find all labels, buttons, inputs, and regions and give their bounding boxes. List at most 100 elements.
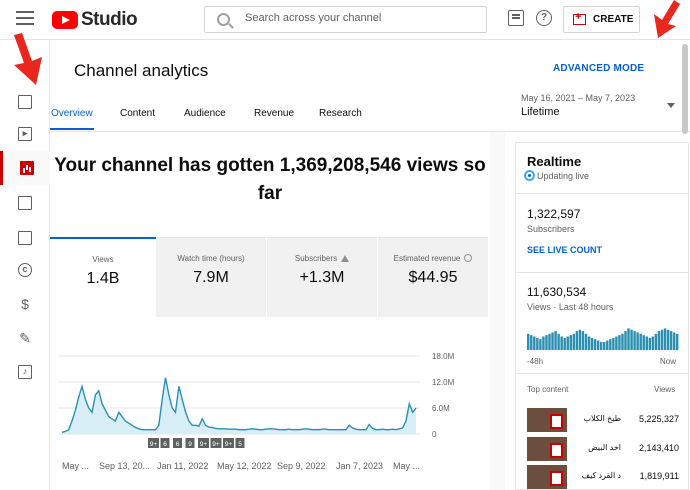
video-views: 5,225,327 — [638, 414, 679, 424]
series-area — [62, 377, 416, 434]
clock-icon — [464, 254, 473, 262]
top-content-row[interactable]: د القرد كيف 1,819,911 — [527, 465, 679, 489]
dashboard-icon — [18, 95, 32, 109]
sidebar-item-earn[interactable]: $ — [0, 287, 50, 321]
tab-revenue[interactable]: Revenue — [254, 108, 294, 119]
video-marker-label: 6 — [176, 441, 180, 448]
x-tick-label: May ... — [393, 461, 421, 471]
date-range-value[interactable]: Lifetime — [521, 106, 560, 118]
realtime-bar — [618, 335, 621, 350]
sidebar-item-comments[interactable] — [0, 186, 50, 220]
scrollbar-thumb[interactable] — [682, 44, 688, 134]
realtime-bar — [584, 333, 588, 350]
sidebar-item-analytics[interactable] — [0, 151, 50, 185]
logo-text: Studio — [81, 9, 138, 30]
sidebar-item-content[interactable]: ▸ — [0, 117, 50, 151]
top-content-views-header: Views — [654, 385, 676, 394]
realtime-bar — [530, 335, 533, 350]
tab-research[interactable]: Research — [319, 108, 362, 119]
tab-audience[interactable]: Audience — [184, 108, 226, 119]
realtime-bar — [651, 336, 655, 350]
sidebar: ▸ c $ ✎ ♪ — [0, 41, 50, 490]
realtime-bar — [560, 336, 563, 350]
video-marker[interactable]: 9+ — [210, 438, 222, 448]
realtime-bar — [612, 337, 615, 350]
metric-value: 7.9M — [193, 269, 229, 286]
realtime-bar — [615, 336, 618, 350]
metric-label: Watch time (hours) — [177, 254, 245, 263]
studio-logo[interactable]: Studio — [52, 9, 138, 31]
metric-views[interactable]: Views 1.4B — [50, 237, 156, 317]
sidebar-item-dashboard[interactable] — [0, 85, 50, 119]
video-thumbnail — [527, 465, 567, 489]
video-marker-label: 5 — [238, 441, 242, 448]
create-button[interactable]: CREATE — [563, 6, 640, 33]
video-marker[interactable]: 6 — [160, 438, 170, 448]
sidebar-item-subtitles[interactable] — [0, 221, 50, 255]
copyright-icon: c — [18, 263, 32, 277]
realtime-bar — [675, 333, 679, 350]
video-title: طبخ الكلاب — [583, 414, 621, 423]
advanced-mode-button[interactable]: ADVANCED MODE — [553, 63, 644, 74]
search-box[interactable] — [204, 6, 487, 33]
video-marker-label: 9+ — [150, 441, 158, 448]
metric-watch-time[interactable]: Watch time (hours) 7.9M — [156, 237, 266, 317]
bar-axis-start: -48h — [527, 357, 544, 366]
realtime-bar — [596, 340, 600, 350]
annotation-arrow-icon — [654, 0, 680, 38]
metric-subscribers[interactable]: Subscribers +1.3M — [267, 237, 377, 317]
video-marker[interactable]: 9+ — [223, 438, 234, 448]
x-tick-label: Sep 13, 20... — [99, 461, 151, 471]
realtime-bar-chart[interactable] — [527, 323, 679, 350]
video-marker[interactable]: 9+ — [198, 438, 209, 448]
realtime-bar — [639, 333, 642, 350]
video-marker-label: 9+ — [212, 441, 220, 448]
realtime-bar — [599, 341, 603, 350]
help-icon[interactable]: ? — [536, 10, 552, 26]
realtime-bar — [527, 333, 530, 350]
realtime-subscribers-value: 1,322,597 — [527, 207, 581, 221]
sidebar-item-customization[interactable]: ✎ — [0, 321, 50, 355]
feedback-icon[interactable] — [508, 10, 524, 26]
video-marker[interactable]: 5 — [235, 438, 245, 448]
video-marker[interactable]: 9+ — [148, 438, 159, 448]
realtime-bar — [551, 332, 554, 350]
realtime-bar — [557, 333, 560, 350]
tab-content[interactable]: Content — [120, 108, 155, 119]
bar-axis-end: Now — [660, 357, 677, 366]
video-thumbnail — [527, 437, 567, 461]
metric-value: 1.4B — [86, 270, 120, 287]
realtime-bar — [548, 333, 551, 350]
x-tick-label: May ... — [62, 461, 90, 471]
realtime-bar — [563, 337, 566, 350]
realtime-bar — [633, 331, 636, 350]
active-tab-indicator — [50, 128, 94, 130]
create-video-icon — [573, 11, 586, 25]
live-status-text: Updating live — [537, 170, 590, 181]
date-range-text[interactable]: May 16, 2021 – May 7, 2023 — [521, 93, 635, 103]
realtime-bar — [578, 329, 582, 350]
realtime-bar — [621, 333, 624, 350]
tab-overview[interactable]: Overview — [51, 108, 93, 119]
realtime-bar — [545, 335, 548, 350]
metric-revenue[interactable]: Estimated revenue $44.95 — [378, 237, 488, 317]
sidebar-item-copyright[interactable]: c — [0, 253, 50, 287]
see-live-count-link[interactable]: SEE LIVE COUNT — [527, 245, 602, 255]
menu-icon[interactable] — [16, 11, 34, 27]
top-content-row[interactable]: اخد البيض 2,143,410 — [527, 437, 679, 461]
views-chart[interactable]: 9+ 6 6 9 9+ 9+ 9+ 5 — [58, 350, 468, 475]
sidebar-item-audio-library[interactable]: ♪ — [0, 355, 50, 389]
realtime-bar — [533, 336, 536, 350]
realtime-bar — [663, 328, 667, 350]
realtime-bar — [630, 329, 633, 350]
divider — [516, 193, 688, 194]
video-views: 1,819,911 — [639, 471, 679, 481]
chevron-down-icon[interactable] — [667, 103, 675, 108]
page-scrollbar[interactable] — [682, 44, 688, 484]
video-marker[interactable]: 6 — [173, 438, 182, 448]
video-marker[interactable]: 9 — [185, 438, 195, 448]
top-content-row[interactable]: طبخ الكلاب 5,225,327 — [527, 408, 679, 432]
subtitles-icon — [18, 231, 32, 245]
search-input[interactable] — [245, 12, 475, 24]
audio-library-icon: ♪ — [18, 365, 32, 379]
